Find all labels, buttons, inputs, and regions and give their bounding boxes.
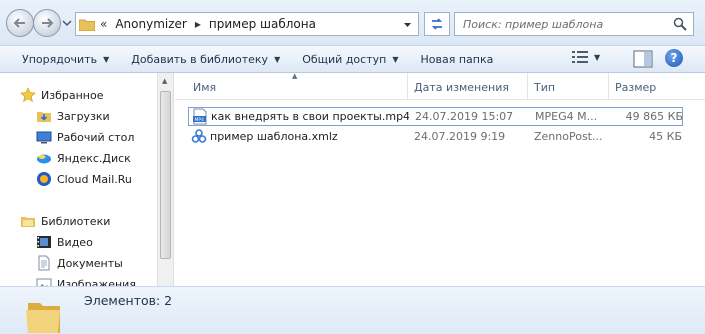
cloud-mail-icon xyxy=(36,171,52,187)
change-view-button[interactable]: ▼ xyxy=(572,50,600,64)
breadcrumb-anonymizer[interactable]: Anonymizer xyxy=(112,17,190,31)
file-type: MPEG4 M... xyxy=(535,110,598,123)
nav-item-libraries[interactable]: Библиотеки xyxy=(20,211,110,231)
address-dropdown-icon[interactable] xyxy=(403,21,412,29)
recent-pages-chevron-icon[interactable] xyxy=(62,18,72,28)
file-type: ZennoPost... xyxy=(534,130,603,143)
breadcrumb-separator[interactable]: ▸ xyxy=(190,17,206,31)
organize-button[interactable]: Упорядочить ▼ xyxy=(13,48,118,70)
navigation-scrollbar[interactable]: ▲ xyxy=(157,73,173,286)
nav-item-label: Рабочий стол xyxy=(57,130,135,144)
desktop-icon xyxy=(36,129,52,145)
nav-item-desktop[interactable]: Рабочий стол xyxy=(36,127,134,147)
file-list: ▲ Имя Дата изменения Тип Размер MP4 как … xyxy=(175,72,705,286)
column-headers: ▲ Имя Дата изменения Тип Размер xyxy=(175,72,705,100)
help-button[interactable]: ? xyxy=(665,49,683,67)
column-header-name[interactable]: Имя xyxy=(187,73,408,100)
nav-item-cloud-mail[interactable]: Cloud Mail.Ru xyxy=(36,169,132,189)
navigation-pane: Избранное Загрузки Рабочий стол Яндекс.Д… xyxy=(0,73,174,286)
libraries-icon xyxy=(20,213,36,229)
nav-item-images[interactable]: Изображения xyxy=(36,274,136,286)
add-to-library-label: Добавить в библиотеку xyxy=(131,52,269,66)
refresh-icon xyxy=(431,18,443,30)
arrow-right-icon xyxy=(42,18,54,28)
preview-pane-icon[interactable] xyxy=(633,50,653,68)
address-overflow[interactable]: « xyxy=(95,17,112,31)
item-count: Элементов: 2 xyxy=(84,293,173,308)
folder-icon xyxy=(79,19,95,31)
file-size: 49 865 КБ xyxy=(625,110,683,123)
nav-item-yandex-disk[interactable]: Яндекс.Диск xyxy=(36,148,131,168)
column-header-type[interactable]: Тип xyxy=(528,73,609,100)
new-folder-button[interactable]: Новая папка xyxy=(411,48,502,70)
file-date: 24.07.2019 9:19 xyxy=(414,130,506,143)
command-bar: Упорядочить ▼ Добавить в библиотеку ▼ Об… xyxy=(0,46,705,73)
nav-item-label: Яндекс.Диск xyxy=(57,151,131,165)
share-button[interactable]: Общий доступ ▼ xyxy=(293,48,407,70)
file-row[interactable]: MP4 как внедрять в свои проекты.mp4 24.0… xyxy=(188,107,683,126)
folder-icon xyxy=(26,303,60,333)
chevron-down-icon: ▼ xyxy=(103,54,110,64)
scroll-up-icon[interactable]: ▲ xyxy=(162,77,167,85)
file-date: 24.07.2019 15:07 xyxy=(415,110,514,123)
nav-item-label: Избранное xyxy=(41,88,104,102)
new-folder-label: Новая папка xyxy=(420,52,494,66)
nav-item-documents[interactable]: Документы xyxy=(36,253,123,273)
forward-button[interactable] xyxy=(33,9,61,37)
images-library-icon xyxy=(36,276,52,286)
nav-item-favorites[interactable]: Избранное xyxy=(20,85,103,105)
refresh-button[interactable] xyxy=(424,12,450,36)
column-header-size[interactable]: Размер xyxy=(609,73,689,100)
scrollbar-thumb[interactable] xyxy=(160,91,171,259)
mp4-file-icon: MP4 xyxy=(193,108,207,125)
search-input[interactable] xyxy=(455,14,665,34)
nav-item-video[interactable]: Видео xyxy=(36,232,93,252)
add-to-library-button[interactable]: Добавить в библиотеку ▼ xyxy=(122,48,289,70)
file-row[interactable]: пример шаблона.xmlz 24.07.2019 9:19 Zenn… xyxy=(188,128,683,147)
chevron-down-icon: ▼ xyxy=(594,52,601,62)
nav-item-label: Загрузки xyxy=(57,109,110,123)
yandex-disk-icon xyxy=(36,150,52,166)
downloads-folder-icon xyxy=(36,108,52,124)
nav-item-label: Видео xyxy=(57,235,93,249)
details-pane: Элементов: 2 xyxy=(0,286,705,334)
nav-item-downloads[interactable]: Загрузки xyxy=(36,106,110,126)
file-size: 45 КБ xyxy=(649,130,682,143)
nav-item-label: Документы xyxy=(57,256,123,270)
documents-library-icon xyxy=(36,255,52,271)
chevron-down-icon: ▼ xyxy=(274,54,281,64)
view-details-icon xyxy=(572,51,588,63)
nav-item-label: Библиотеки xyxy=(41,214,111,228)
file-name[interactable]: пример шаблона.xmlz xyxy=(210,128,408,145)
file-name[interactable]: как внедрять в свои проекты.mp4 xyxy=(211,108,409,125)
search-icon[interactable] xyxy=(673,17,687,31)
svg-text:MP4: MP4 xyxy=(195,117,205,123)
star-icon xyxy=(20,87,36,103)
search-box[interactable] xyxy=(454,12,694,36)
zennoposter-file-icon xyxy=(191,129,207,143)
organize-label: Упорядочить xyxy=(22,52,98,66)
nav-item-label: Изображения xyxy=(57,277,136,287)
chevron-down-icon: ▼ xyxy=(392,54,399,64)
video-library-icon xyxy=(36,234,52,250)
back-button[interactable] xyxy=(6,9,34,37)
address-field[interactable]: « Anonymizer ▸ пример шаблона xyxy=(75,12,419,36)
column-header-date[interactable]: Дата изменения xyxy=(408,73,528,100)
arrow-left-icon xyxy=(13,18,25,28)
breadcrumb-current-folder[interactable]: пример шаблона xyxy=(206,17,319,31)
share-label: Общий доступ xyxy=(302,52,387,66)
nav-item-label: Cloud Mail.Ru xyxy=(57,172,132,186)
address-bar-area: « Anonymizer ▸ пример шаблона xyxy=(0,0,705,46)
